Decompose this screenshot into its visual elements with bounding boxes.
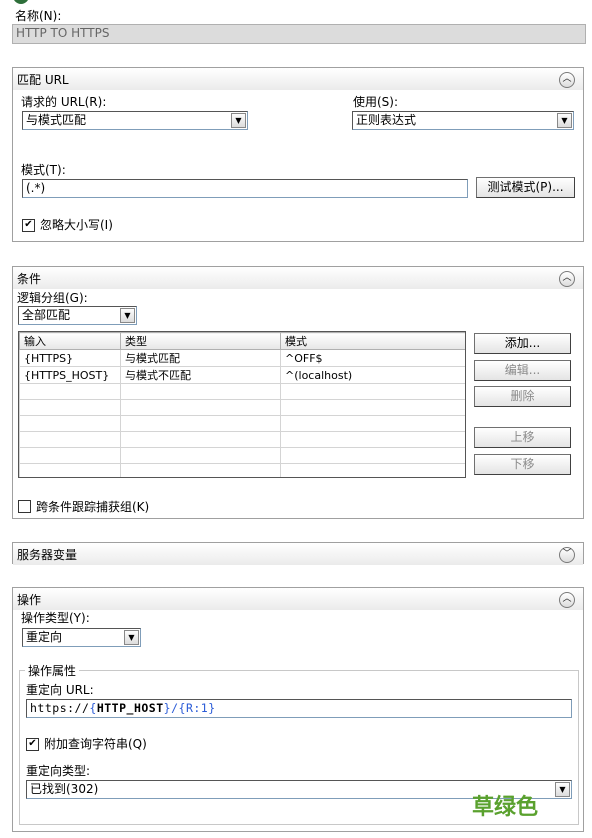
- conditions-table: 输入 类型 模式 {HTTPS} 与模式匹配 ^OFF$ {HTTPS_HOST…: [19, 332, 465, 477]
- action-type-select[interactable]: 重定向 ▼: [22, 628, 141, 647]
- checkmark-icon: ✔: [24, 219, 33, 230]
- cell-pattern: ^(localhost): [280, 366, 465, 384]
- action-properties-title: 操作属性: [25, 664, 80, 678]
- cell-input: {HTTPS_HOST}: [19, 366, 121, 384]
- empty-row: [19, 415, 465, 432]
- conditions-title: 条件: [17, 272, 42, 286]
- url-server-variable: HTTP_HOST: [96, 701, 164, 715]
- using-value: 正则表达式: [356, 113, 417, 127]
- redirect-url-input[interactable]: https://{HTTP_HOST}/{R:1}: [26, 699, 572, 718]
- add-button[interactable]: 添加...: [474, 333, 571, 354]
- ignore-case-checkbox[interactable]: ✔: [22, 219, 35, 232]
- column-header-input[interactable]: 输入: [19, 332, 121, 350]
- column-header-type[interactable]: 类型: [120, 332, 281, 350]
- empty-row: [19, 383, 465, 400]
- remove-button[interactable]: 删除: [474, 386, 571, 407]
- expand-down-icon[interactable]: ﹀: [559, 547, 575, 563]
- server-variables-panel: 服务器变量 ﹀: [12, 542, 584, 565]
- action-type-value: 重定向: [26, 630, 63, 644]
- watermark-text: 草绿色: [472, 795, 539, 820]
- cell-input: {HTTPS}: [19, 349, 121, 367]
- server-variables-title: 服务器变量: [17, 548, 78, 562]
- url-brace: }: [208, 701, 216, 715]
- conditions-table-frame: 输入 类型 模式 {HTTPS} 与模式匹配 ^OFF$ {HTTPS_HOST…: [18, 331, 466, 478]
- move-down-button[interactable]: 下移: [474, 454, 571, 475]
- pattern-input[interactable]: (.*): [22, 179, 468, 198]
- redirect-url-label: 重定向 URL:: [26, 683, 94, 697]
- redirect-type-label: 重定向类型:: [26, 764, 91, 778]
- action-title: 操作: [17, 593, 42, 607]
- dropdown-arrow-icon[interactable]: ▼: [124, 630, 139, 645]
- match-url-panel: 匹配 URL ︿: [12, 67, 584, 242]
- empty-row: [19, 431, 465, 448]
- url-brace: {: [178, 701, 186, 715]
- requested-url-select[interactable]: 与模式匹配 ▼: [22, 111, 248, 130]
- action-type-label: 操作类型(Y):: [21, 611, 90, 625]
- column-header-pattern[interactable]: 模式: [280, 332, 465, 350]
- pattern-label: 模式(T):: [21, 163, 66, 177]
- dropdown-arrow-icon[interactable]: ▼: [555, 782, 570, 797]
- cell-pattern: ^OFF$: [280, 349, 465, 367]
- edit-button[interactable]: 编辑...: [474, 360, 571, 381]
- dropdown-arrow-icon[interactable]: ▼: [120, 308, 135, 323]
- action-header[interactable]: 操作 ︿: [13, 588, 583, 610]
- url-scheme: https://: [30, 701, 90, 715]
- logical-group-select[interactable]: 全部匹配 ▼: [18, 306, 137, 325]
- requested-url-value: 与模式匹配: [26, 113, 87, 127]
- url-brace: }/: [163, 701, 179, 715]
- logical-group-value: 全部匹配: [22, 308, 71, 322]
- server-variables-header[interactable]: 服务器变量 ﹀: [13, 543, 583, 565]
- using-select[interactable]: 正则表达式 ▼: [352, 111, 574, 130]
- dropdown-arrow-icon[interactable]: ▼: [557, 113, 572, 128]
- conditions-header[interactable]: 条件 ︿: [13, 267, 583, 289]
- match-url-header[interactable]: 匹配 URL ︿: [13, 68, 583, 90]
- cell-type: 与模式不匹配: [120, 366, 281, 384]
- table-row[interactable]: {HTTPS_HOST} 与模式不匹配 ^(localhost): [19, 366, 465, 384]
- table-header-row: 输入 类型 模式: [19, 332, 465, 350]
- empty-row: [19, 399, 465, 416]
- empty-row: [19, 463, 465, 477]
- url-back-reference: R:1: [185, 701, 209, 715]
- dropdown-arrow-icon[interactable]: ▼: [231, 113, 246, 128]
- collapse-up-icon[interactable]: ︿: [559, 592, 575, 608]
- table-row[interactable]: {HTTPS} 与模式匹配 ^OFF$: [19, 349, 465, 367]
- track-captures-checkbox[interactable]: [18, 500, 31, 513]
- name-label: 名称(N):: [15, 9, 62, 23]
- collapse-up-icon[interactable]: ︿: [559, 72, 575, 88]
- requested-url-label: 请求的 URL(R):: [21, 95, 107, 109]
- move-up-button[interactable]: 上移: [474, 427, 571, 448]
- ignore-case-label: 忽略大小写(I): [40, 218, 113, 232]
- empty-row: [19, 447, 465, 464]
- match-url-title: 匹配 URL: [17, 73, 69, 87]
- app-icon: [13, 0, 29, 4]
- logical-group-label: 逻辑分组(G):: [17, 291, 88, 305]
- name-input[interactable]: HTTP TO HTTPS: [12, 24, 586, 44]
- url-brace: {: [89, 701, 97, 715]
- track-captures-label: 跨条件跟踪捕获组(K): [36, 500, 150, 514]
- using-label: 使用(S):: [353, 95, 399, 109]
- collapse-up-icon[interactable]: ︿: [559, 271, 575, 287]
- redirect-type-value: 已找到(302): [30, 782, 99, 796]
- test-pattern-button[interactable]: 测试模式(P)...: [476, 177, 575, 198]
- append-query-checkbox[interactable]: ✔: [26, 738, 39, 751]
- cell-type: 与模式匹配: [120, 349, 281, 367]
- append-query-label: 附加查询字符串(Q): [44, 737, 147, 751]
- checkmark-icon: ✔: [28, 738, 37, 749]
